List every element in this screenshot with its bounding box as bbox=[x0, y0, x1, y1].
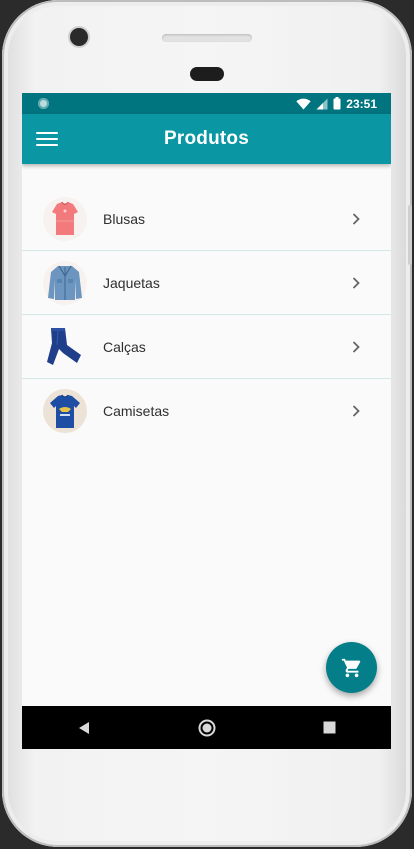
screen: 23:51 Produtos Blusas Jaquetas Calças Ca… bbox=[22, 93, 391, 749]
signal-icon bbox=[316, 98, 328, 109]
hamburger-menu-icon[interactable] bbox=[36, 129, 58, 149]
denim-jacket-image bbox=[43, 260, 87, 305]
list-item-label: Calças bbox=[103, 338, 146, 355]
chevron-right-icon bbox=[352, 405, 360, 417]
cart-button[interactable] bbox=[326, 642, 377, 693]
blouse-image bbox=[43, 196, 87, 241]
wifi-icon bbox=[296, 98, 311, 109]
list-item-label: Blusas bbox=[103, 210, 146, 227]
battery-icon bbox=[333, 97, 341, 110]
power-button bbox=[408, 205, 412, 265]
list-item-camisetas[interactable]: Camisetas bbox=[22, 379, 391, 443]
status-icons: 23:51 bbox=[296, 97, 377, 111]
home-icon[interactable] bbox=[187, 708, 227, 748]
list-item-calcas[interactable]: Calças bbox=[22, 315, 391, 379]
earpiece-speaker bbox=[162, 34, 252, 42]
tshirt-image bbox=[43, 389, 87, 433]
navigation-bar bbox=[22, 706, 391, 749]
back-icon[interactable] bbox=[64, 708, 104, 748]
jeans-image bbox=[43, 324, 87, 369]
notification-dot-icon bbox=[38, 98, 49, 109]
list-item-label: Camisetas bbox=[103, 403, 170, 419]
app-bar: Produtos bbox=[22, 114, 391, 164]
list-item-blusas[interactable]: Blusas bbox=[22, 187, 391, 251]
chevron-right-icon bbox=[352, 276, 360, 289]
page-title: Produtos bbox=[164, 128, 249, 149]
proximity-sensor bbox=[190, 67, 224, 81]
phone-frame: 23:51 Produtos Blusas Jaquetas Calças Ca… bbox=[2, 0, 412, 847]
cart-icon bbox=[341, 658, 360, 677]
list-item-jaquetas[interactable]: Jaquetas bbox=[22, 251, 391, 315]
status-bar: 23:51 bbox=[22, 93, 391, 114]
chevron-right-icon bbox=[352, 340, 360, 353]
chevron-right-icon bbox=[352, 212, 360, 225]
recents-icon[interactable] bbox=[310, 708, 350, 748]
front-camera bbox=[70, 28, 88, 46]
list-item-label: Jaquetas bbox=[103, 274, 160, 291]
product-category-list: Blusas Jaquetas Calças Camisetas bbox=[22, 187, 391, 443]
status-time: 23:51 bbox=[346, 96, 377, 111]
